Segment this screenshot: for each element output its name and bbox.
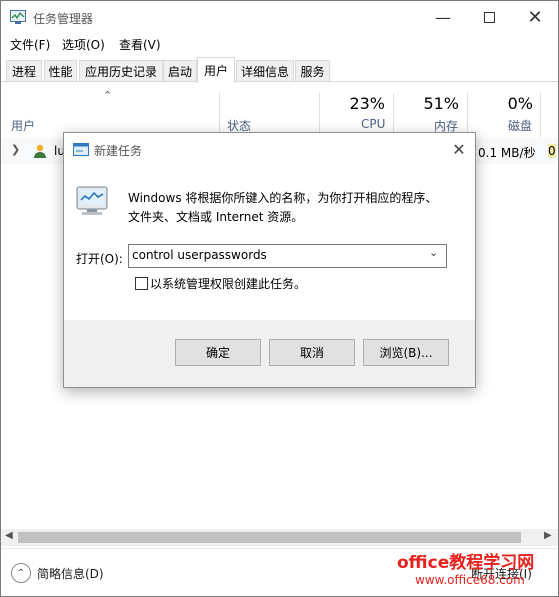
open-label: 打开(O): [76, 252, 123, 266]
close-icon: ✕ [452, 139, 466, 159]
user-avatar-icon [32, 143, 48, 159]
chevron-down-icon[interactable]: ⌄ [429, 246, 438, 259]
disk-percent: 0% [507, 94, 533, 113]
browse-button[interactable]: 浏览(B)... [363, 339, 449, 366]
dialog-message-line1: Windows 将根据你所键入的名称，为你打开相应的程序、 [128, 191, 438, 205]
menu-view[interactable]: 查看(V) [119, 36, 161, 53]
scroll-right-icon[interactable]: ▶ [544, 530, 552, 541]
column-divider [219, 93, 220, 137]
tab-performance[interactable]: 性能 [44, 60, 77, 81]
window-title: 任务管理器 [33, 12, 94, 26]
minimize-button[interactable]: — [420, 1, 466, 33]
tab-users[interactable]: 用户 [197, 57, 235, 83]
cancel-button[interactable]: 取消 [269, 339, 355, 366]
column-divider [467, 93, 468, 137]
close-icon: ✕ [527, 6, 543, 28]
scrollbar-thumb[interactable] [18, 532, 521, 543]
expand-chevron-icon[interactable]: ❯ [11, 143, 20, 156]
column-divider [319, 93, 320, 137]
maximize-icon [483, 11, 495, 23]
watermark-line2: www.office68.com [415, 573, 525, 587]
dialog-body: Windows 将根据你所键入的名称，为你打开相应的程序、 文件夹、文档或 In… [64, 165, 475, 320]
column-divider [540, 93, 541, 137]
open-input[interactable]: control userpasswords [132, 248, 267, 262]
column-divider [393, 93, 394, 137]
tab-services[interactable]: 服务 [295, 60, 330, 81]
menu-options[interactable]: 选项(O) [62, 36, 105, 53]
menu-file[interactable]: 文件(F) [10, 36, 50, 53]
dialog-title-bar: 新建任务 ✕ [64, 133, 475, 165]
dialog-message-line2: 文件夹、文档或 Internet 资源。 [128, 210, 304, 224]
ok-button[interactable]: 确定 [175, 339, 261, 366]
dialog-close-button[interactable]: ✕ [448, 138, 470, 160]
column-user[interactable]: 用户 [11, 117, 35, 134]
extra-value: 0 [548, 144, 556, 158]
column-disk[interactable]: 磁盘 [508, 117, 532, 134]
minimize-icon: — [435, 7, 451, 27]
open-combobox[interactable]: control userpasswords ⌄ [128, 244, 447, 268]
menu-bar: 文件(F) 选项(O) 查看(V) [1, 33, 558, 55]
title-bar: 任务管理器 — ✕ [1, 1, 558, 33]
tab-processes[interactable]: 进程 [6, 60, 42, 81]
admin-checkbox-label[interactable]: 以系统管理权限创建此任务。 [150, 275, 306, 292]
disk-value: 0.1 MB/秒 [478, 146, 536, 160]
tab-details[interactable]: 详细信息 [236, 60, 294, 81]
admin-checkbox[interactable] [135, 277, 148, 290]
close-button[interactable]: ✕ [512, 1, 558, 33]
tab-app-history[interactable]: 应用历史记录 [79, 60, 163, 81]
memory-percent: 51% [423, 94, 459, 113]
new-task-dialog: 新建任务 ✕ Windows 将根据你所键入的名称，为你打开相应的程序、 文件夹… [63, 132, 476, 388]
tab-startup[interactable]: 启动 [163, 60, 197, 81]
scroll-left-icon[interactable]: ◀ [5, 530, 13, 541]
dialog-button-bar: 确定 取消 浏览(B)... [64, 320, 475, 387]
column-header: ⌃ 用户 状态 23% CPU 51% 内存 0% 磁盘 [1, 83, 558, 137]
collapse-up-icon[interactable]: ⌃ [11, 563, 31, 583]
task-manager-icon [10, 10, 26, 24]
maximize-button[interactable] [466, 1, 512, 33]
watermark-line1: office教程学习网 [397, 553, 535, 573]
horizontal-scrollbar[interactable]: ◀ ▶ [1, 529, 558, 546]
cpu-percent: 23% [349, 94, 385, 113]
monitor-icon [76, 186, 108, 215]
dialog-title: 新建任务 [94, 144, 143, 158]
tab-strip: 进程 性能 应用历史记录 启动 用户 详细信息 服务 [1, 57, 558, 83]
watermark: office教程学习网 www.office68.com [397, 548, 547, 592]
run-icon [73, 143, 89, 156]
column-cpu[interactable]: CPU [361, 117, 385, 131]
sort-up-icon: ⌃ [103, 89, 113, 102]
fewer-details-link[interactable]: 简略信息(D) [37, 565, 104, 582]
